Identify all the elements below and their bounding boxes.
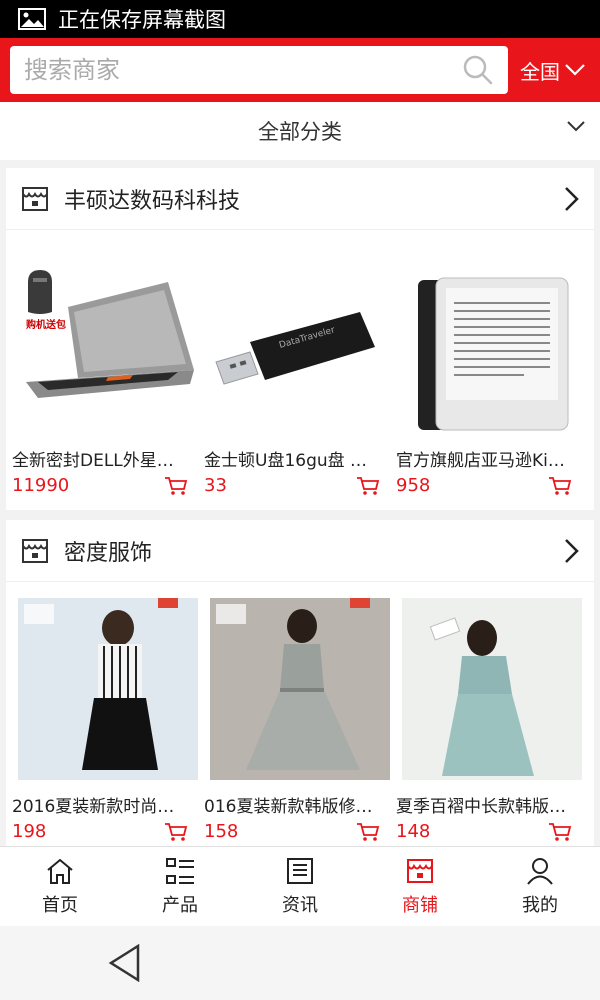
product-name: 016夏装新款韩版修身连衣裙 — [204, 797, 380, 817]
promo-badge: 购机送包 — [26, 320, 66, 331]
product-card[interactable]: 2016夏装新款时尚阔腿裤套装 198 — [12, 598, 204, 842]
product-card[interactable]: 夏季百褶中长款韩版连衣裙 148 — [396, 598, 588, 842]
product-image-dress[interactable] — [210, 598, 390, 780]
bottom-nav: 首页 产品 资讯 商铺 我的 — [0, 846, 600, 926]
shop-header[interactable]: 丰硕达数码科科技 — [6, 168, 594, 230]
shop-header[interactable]: 密度服饰 — [6, 520, 594, 582]
user-icon — [527, 857, 553, 885]
shop-card: 密度服饰 2016夏装新款时尚阔腿裤套装 198 — [6, 520, 594, 846]
cart-icon[interactable] — [164, 476, 188, 496]
nav-shops[interactable]: 商铺 — [360, 847, 480, 926]
product-price: 198 — [12, 821, 47, 842]
status-text: 正在保存屏幕截图 — [58, 8, 226, 32]
search-icon[interactable] — [462, 54, 494, 86]
nav-label: 资讯 — [282, 894, 318, 916]
shop-name: 丰硕达数码科科技 — [64, 188, 241, 214]
nav-products[interactable]: 产品 — [120, 847, 240, 926]
product-image-usb[interactable]: DataTraveler — [210, 252, 390, 434]
chevron-right-icon[interactable] — [564, 186, 580, 212]
search-header: 全国 — [0, 38, 600, 102]
shop-icon — [407, 858, 433, 883]
product-image-outfit[interactable] — [18, 598, 198, 780]
list-icon — [166, 857, 194, 884]
nav-label: 首页 — [42, 894, 78, 916]
product-name: 金士顿U盘16gu盘 DataTraveler — [204, 451, 380, 471]
product-card[interactable]: 016夏装新款韩版修身连衣裙 158 — [204, 598, 396, 842]
nav-label: 我的 — [522, 894, 558, 916]
nav-label: 商铺 — [402, 894, 438, 916]
shop-card: 丰硕达数码科科技 购机送包 全新密封DELL外星人笔 11990 DataTra… — [6, 168, 594, 510]
back-icon[interactable] — [108, 944, 142, 982]
chevron-right-icon[interactable] — [564, 538, 580, 564]
nav-profile[interactable]: 我的 — [480, 847, 600, 926]
region-selector[interactable]: 全国 — [520, 38, 586, 102]
product-name: 全新密封DELL外星人笔记本 — [12, 451, 188, 471]
product-name: 2016夏装新款时尚阔腿裤套装 — [12, 797, 188, 817]
nav-news[interactable]: 资讯 — [240, 847, 360, 926]
product-name: 夏季百褶中长款韩版连衣裙 — [396, 797, 572, 817]
system-nav-bar — [0, 926, 600, 1000]
news-icon — [287, 857, 313, 884]
nav-home[interactable]: 首页 — [0, 847, 120, 926]
nav-label: 产品 — [162, 894, 198, 916]
category-bar[interactable]: 全部分类 — [0, 102, 600, 160]
store-icon — [22, 538, 48, 563]
product-price: 33 — [204, 475, 227, 496]
status-bar: 正在保存屏幕截图 — [0, 0, 600, 38]
search-input[interactable] — [24, 56, 444, 84]
product-card[interactable]: DataTraveler 金士顿U盘16gu盘 DataTraveler 33 — [204, 252, 396, 496]
store-icon — [22, 186, 48, 211]
shop-name: 密度服饰 — [64, 540, 153, 566]
cart-icon[interactable] — [164, 822, 188, 842]
cart-icon[interactable] — [356, 476, 380, 496]
cart-icon[interactable] — [548, 476, 572, 496]
product-image-kindle[interactable] — [402, 252, 582, 434]
chevron-down-icon — [567, 121, 585, 132]
home-icon — [47, 858, 73, 884]
cart-icon[interactable] — [548, 822, 572, 842]
product-price: 148 — [396, 821, 431, 842]
product-price: 11990 — [12, 475, 70, 496]
product-card[interactable]: 官方旗舰店亚马逊Kindle 958 — [396, 252, 588, 496]
product-name: 官方旗舰店亚马逊Kindle — [396, 451, 572, 471]
product-price: 158 — [204, 821, 239, 842]
cart-icon[interactable] — [356, 822, 380, 842]
region-label: 全国 — [520, 59, 560, 84]
product-price: 958 — [396, 475, 431, 496]
product-card[interactable]: 购机送包 全新密封DELL外星人笔记本 11990 — [12, 252, 204, 496]
image-icon — [18, 8, 46, 30]
chevron-down-icon — [565, 64, 585, 76]
product-image-blue-dress[interactable] — [402, 598, 582, 780]
search-box[interactable] — [10, 46, 508, 94]
category-label: 全部分类 — [258, 120, 342, 144]
product-image-laptop[interactable]: 购机送包 — [18, 252, 198, 434]
